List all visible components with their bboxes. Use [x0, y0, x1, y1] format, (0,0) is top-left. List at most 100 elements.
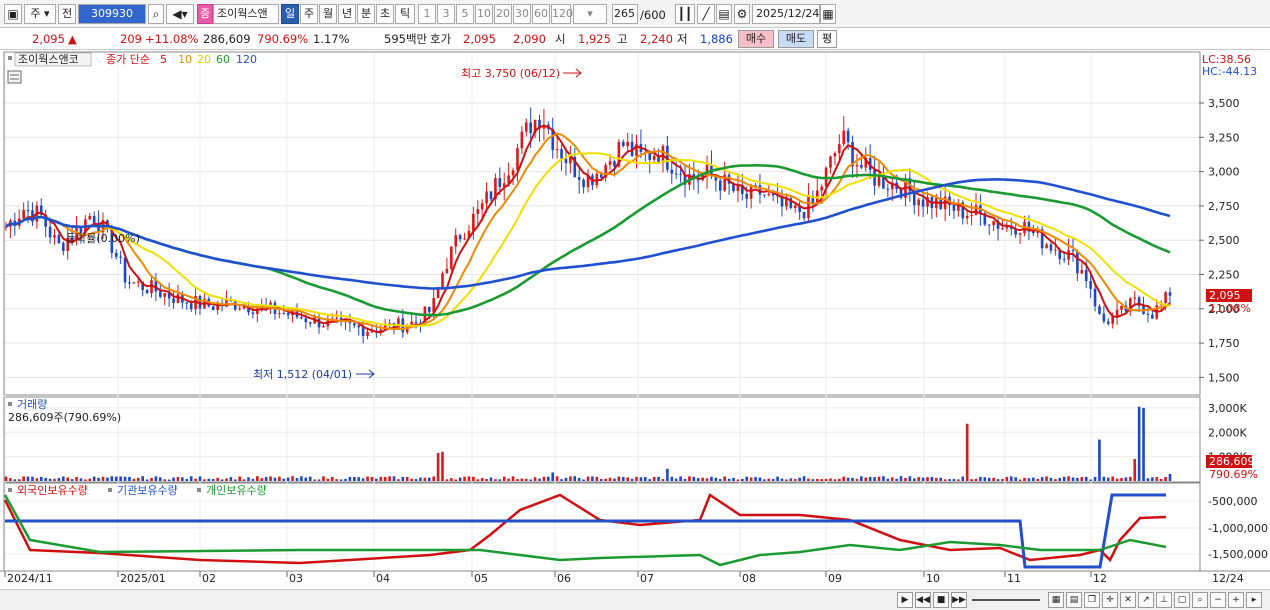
volume-bar	[1106, 477, 1110, 481]
candle-body	[524, 122, 528, 132]
expand-icon[interactable]: ▸	[1246, 592, 1262, 608]
volume-bar	[1111, 476, 1114, 481]
sell-button[interactable]: 매도	[778, 30, 814, 48]
volume-bar	[785, 479, 788, 481]
candle-body	[304, 318, 308, 323]
x-tick-label: 02	[202, 572, 216, 585]
stock-name[interactable]: 조이웍스앤	[213, 4, 279, 24]
period-week[interactable]: 주	[300, 4, 318, 24]
trend-icon[interactable]: ↗	[1138, 592, 1154, 608]
volume-bar	[1058, 477, 1062, 481]
candle-body	[886, 188, 890, 190]
candle-body	[211, 306, 215, 310]
candle-body	[300, 317, 303, 319]
scroll-next-icon[interactable]: ▶	[897, 592, 913, 608]
period-day[interactable]: 일	[281, 4, 299, 24]
up-arrow-icon: ▲	[68, 32, 77, 46]
zoom-slider[interactable]	[972, 599, 1040, 601]
interval-60[interactable]: 60	[532, 4, 550, 24]
box-icon[interactable]: ▢	[1174, 592, 1190, 608]
volume-panel[interactable]	[3, 396, 1201, 483]
copy-icon[interactable]: ❐	[1084, 592, 1100, 608]
candle-body	[838, 144, 841, 154]
legend-ma-5: 5	[160, 53, 167, 66]
volume-bar	[930, 476, 934, 481]
minus-icon[interactable]: −	[1210, 592, 1226, 608]
candle-body	[176, 294, 180, 304]
volume-bar	[225, 478, 228, 481]
search-icon[interactable]: ⌕	[148, 4, 164, 24]
stop-icon[interactable]: ■	[933, 592, 949, 608]
volume-bar	[701, 477, 704, 481]
cursor-icon[interactable]: ✛	[1102, 592, 1118, 608]
pin-icon[interactable]: ⊥	[1156, 592, 1172, 608]
date-input[interactable]: 2025/12/24	[752, 4, 820, 24]
calendar-icon[interactable]: ▦	[820, 4, 836, 24]
volume-bar	[361, 478, 365, 481]
interval-3[interactable]: 3	[437, 4, 455, 24]
bottom-toolbar: ▶ ◀◀ ■ ▶▶ ▦ ▤ ❐ ✛ ✕ ↗ ⊥ ▢ ⌕ − + ▸	[0, 589, 1270, 610]
buy-button[interactable]: 매수	[738, 30, 774, 48]
layout-icon[interactable]: ▦	[1048, 592, 1064, 608]
candle-body	[119, 256, 122, 258]
volume-bar	[586, 476, 590, 481]
period-year[interactable]: 년	[338, 4, 356, 24]
candle-body	[613, 161, 616, 167]
market-select[interactable]: 주 ▾	[24, 4, 56, 24]
grid-icon[interactable]: ▤	[1066, 592, 1082, 608]
save-icon[interactable]: ▤	[716, 4, 732, 24]
quote-bar: 2,095 ▲ 209 +11.08% 286,609 790.69% 1.17…	[0, 28, 1270, 50]
volume-bar	[304, 477, 308, 481]
volume-bar	[84, 479, 87, 481]
gear-icon[interactable]: ⚙	[734, 4, 750, 24]
window-icon[interactable]: ▣	[4, 4, 22, 24]
volume-bar	[617, 476, 621, 481]
speaker-icon[interactable]: ◀▾	[166, 4, 194, 24]
volume-bar	[1014, 477, 1017, 481]
interval-10[interactable]: 10	[475, 4, 493, 24]
volume-bar	[921, 477, 925, 481]
prev-button[interactable]: 전	[58, 4, 76, 24]
volume-bar	[172, 477, 175, 481]
period-minute[interactable]: 분	[357, 4, 375, 24]
candle-body	[1102, 313, 1106, 322]
table-icon[interactable]	[7, 70, 22, 84]
interval-120[interactable]: 120	[551, 4, 573, 24]
volume-bar	[824, 478, 828, 481]
interval-30[interactable]: 30	[513, 4, 531, 24]
candle-body	[1062, 259, 1066, 261]
candle-icon[interactable]: ┃┃	[675, 4, 695, 24]
period-tick[interactable]: 틱	[395, 4, 415, 24]
stock-code-input[interactable]: 309930	[78, 4, 146, 24]
interval-20[interactable]: 20	[494, 4, 512, 24]
period-second[interactable]: 초	[376, 4, 394, 24]
scroll-back-icon[interactable]: ◀◀	[915, 592, 931, 608]
volume-bar	[348, 476, 352, 481]
candle-body	[970, 215, 973, 217]
count-input[interactable]: 265	[612, 4, 638, 24]
interval-5[interactable]: 5	[456, 4, 474, 24]
volume-bar	[427, 477, 431, 481]
high-marker-label: 최고 3,750 (06/12)	[461, 67, 560, 80]
zoom-icon[interactable]: ⌕	[1192, 592, 1208, 608]
volume-bar	[842, 476, 846, 481]
volume-bar	[88, 478, 92, 481]
legend-ma-label: 종가 단순	[106, 53, 150, 66]
fast-forward-icon[interactable]: ▶▶	[951, 592, 967, 608]
plus-icon[interactable]: +	[1228, 592, 1244, 608]
legend-ma-10: 10	[178, 53, 192, 66]
interval-1[interactable]: 1	[418, 4, 436, 24]
eval-button[interactable]: 평	[817, 30, 837, 48]
legend-ma-120: 120	[236, 53, 257, 66]
cross-icon[interactable]: ✕	[1120, 592, 1136, 608]
interval-dropdown[interactable]: ▾	[573, 4, 607, 24]
volume-bar	[868, 476, 872, 481]
candle-body	[1120, 305, 1123, 310]
stock-chart[interactable]: 3,5003,2503,0002,7502,5002,2502,0001,750…	[0, 50, 1270, 589]
current-price-label: 2,095	[1209, 289, 1241, 302]
volume-bar	[256, 476, 259, 481]
draw-icon[interactable]: ╱	[697, 4, 715, 24]
candle-body	[114, 252, 118, 257]
period-month[interactable]: 월	[319, 4, 337, 24]
volume-bar	[322, 476, 325, 481]
